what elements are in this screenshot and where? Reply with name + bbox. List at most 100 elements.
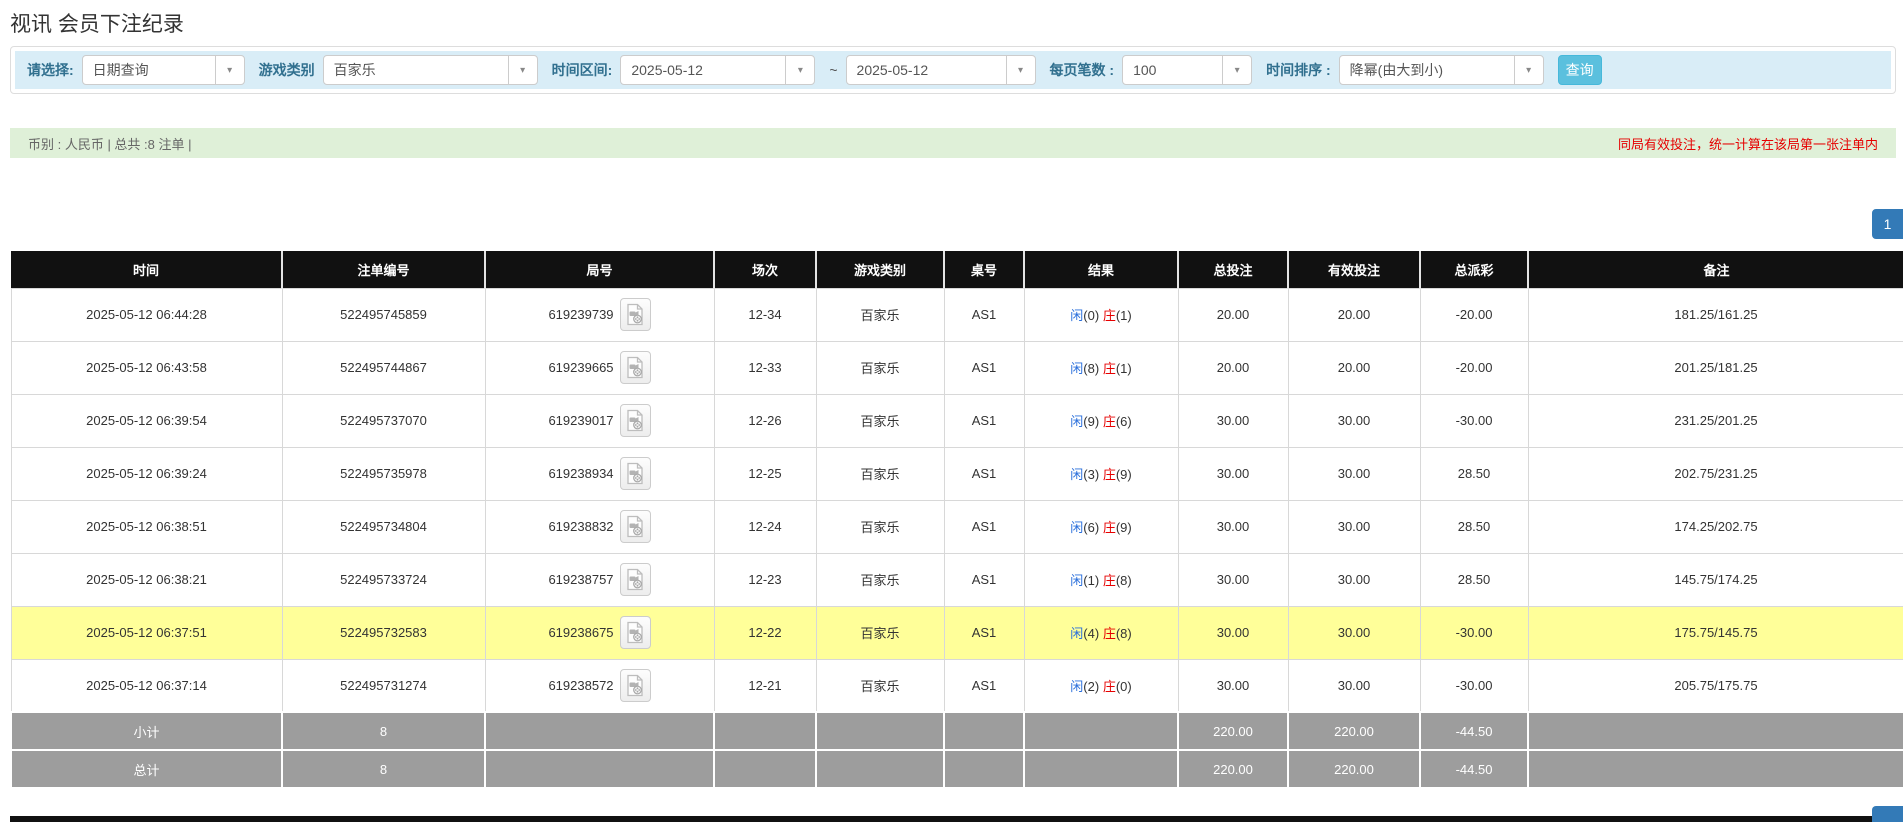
cell-payout: 28.50 [1420, 553, 1528, 606]
column-header: 场次 [714, 251, 816, 288]
cell-result: 闲(4) 庄(8) [1024, 606, 1178, 659]
banker-label: 庄 [1103, 361, 1116, 376]
footer-empty-cell [714, 712, 816, 750]
player-label: 闲 [1070, 679, 1083, 694]
player-score: (9) [1083, 414, 1099, 429]
video-button[interactable] [620, 563, 651, 596]
video-icon [625, 515, 645, 538]
video-icon [625, 674, 645, 697]
chevron-down-icon: ▾ [215, 56, 244, 84]
search-button[interactable]: 查询 [1558, 55, 1602, 85]
round-number: 619238572 [548, 678, 613, 693]
video-button[interactable] [620, 404, 651, 437]
cell-session: 12-25 [714, 447, 816, 500]
cell-table-no: AS1 [944, 447, 1024, 500]
query-type-value: 日期查询 [83, 56, 215, 84]
footer-empty-cell [1024, 750, 1178, 788]
cell-valid-bet: 30.00 [1288, 553, 1420, 606]
cell-time: 2025-05-12 06:38:51 [11, 500, 282, 553]
footer-count: 8 [282, 750, 485, 788]
game-type-value: 百家乐 [324, 56, 508, 84]
cell-result: 闲(0) 庄(1) [1024, 288, 1178, 341]
cell-time: 2025-05-12 06:38:21 [11, 553, 282, 606]
cell-valid-bet: 20.00 [1288, 341, 1420, 394]
cell-game-type: 百家乐 [816, 394, 944, 447]
query-type-select[interactable]: 日期查询 ▾ [82, 55, 245, 85]
cell-payout: 28.50 [1420, 500, 1528, 553]
game-type-select[interactable]: 百家乐 ▾ [323, 55, 538, 85]
cell-bet-id: 522495737070 [282, 394, 485, 447]
video-button[interactable] [620, 457, 651, 490]
video-button[interactable] [620, 298, 651, 331]
pagination-page-1-button[interactable]: 1 [1872, 209, 1903, 239]
cell-valid-bet: 20.00 [1288, 288, 1420, 341]
cell-bet-id: 522495733724 [282, 553, 485, 606]
banker-score: (8) [1116, 573, 1132, 588]
chevron-down-icon: ▾ [1006, 56, 1035, 84]
cell-bet-id: 522495734804 [282, 500, 485, 553]
video-button[interactable] [620, 510, 651, 543]
cell-round-id: 619238934 [485, 447, 714, 500]
table-row: 2025-05-12 06:37:51522495732583619238675… [11, 606, 1903, 659]
cell-round-id: 619238832 [485, 500, 714, 553]
cell-valid-bet: 30.00 [1288, 500, 1420, 553]
banker-label: 庄 [1103, 679, 1116, 694]
cell-bet-id: 522495731274 [282, 659, 485, 712]
cell-bet-id: 522495735978 [282, 447, 485, 500]
footer-remark [1528, 750, 1903, 788]
cell-game-type: 百家乐 [816, 606, 944, 659]
cell-total-bet: 20.00 [1178, 341, 1288, 394]
footer-empty-cell [816, 750, 944, 788]
cell-bet-id: 522495732583 [282, 606, 485, 659]
cell-result: 闲(9) 庄(6) [1024, 394, 1178, 447]
banker-label: 庄 [1103, 467, 1116, 482]
player-label: 闲 [1070, 467, 1083, 482]
banker-label: 庄 [1103, 308, 1116, 323]
cell-round-id: 619239017 [485, 394, 714, 447]
cell-round-id: 619238675 [485, 606, 714, 659]
cell-table-no: AS1 [944, 394, 1024, 447]
cell-time: 2025-05-12 06:44:28 [11, 288, 282, 341]
cell-time: 2025-05-12 06:39:54 [11, 394, 282, 447]
player-score: (6) [1083, 520, 1099, 535]
cell-remark: 205.75/175.75 [1528, 659, 1903, 712]
cell-round-id: 619238757 [485, 553, 714, 606]
video-icon [625, 621, 645, 644]
footer-empty-cell [816, 712, 944, 750]
cell-total-bet: 20.00 [1178, 288, 1288, 341]
next-table-header-partial [10, 816, 1903, 822]
player-score: (3) [1083, 467, 1099, 482]
video-button[interactable] [620, 351, 651, 384]
cell-bet-id: 522495745859 [282, 288, 485, 341]
sort-order-select[interactable]: 降幂(由大到小) ▾ [1339, 55, 1544, 85]
banker-score: (1) [1116, 308, 1132, 323]
cell-time: 2025-05-12 06:39:24 [11, 447, 282, 500]
footer-empty-cell [944, 712, 1024, 750]
date-from-select[interactable]: 2025-05-12 ▾ [620, 55, 815, 85]
table-row: 2025-05-12 06:38:51522495734804619238832… [11, 500, 1903, 553]
cell-total-bet: 30.00 [1178, 447, 1288, 500]
video-button[interactable] [620, 616, 651, 649]
date-to-value: 2025-05-12 [847, 56, 1006, 84]
banker-score: (9) [1116, 520, 1132, 535]
table-row: 2025-05-12 06:37:14522495731274619238572… [11, 659, 1903, 712]
cell-time: 2025-05-12 06:43:58 [11, 341, 282, 394]
cell-payout: 28.50 [1420, 447, 1528, 500]
cell-valid-bet: 30.00 [1288, 394, 1420, 447]
cell-result: 闲(3) 庄(9) [1024, 447, 1178, 500]
cell-game-type: 百家乐 [816, 447, 944, 500]
round-number: 619239017 [548, 413, 613, 428]
date-from-value: 2025-05-12 [621, 56, 785, 84]
cell-valid-bet: 30.00 [1288, 606, 1420, 659]
cell-remark: 181.25/161.25 [1528, 288, 1903, 341]
chevron-down-icon: ▾ [1514, 56, 1543, 84]
page-size-select[interactable]: 100 ▾ [1122, 55, 1252, 85]
video-button[interactable] [620, 669, 651, 702]
cell-payout: -20.00 [1420, 341, 1528, 394]
cell-game-type: 百家乐 [816, 500, 944, 553]
cell-bet-id: 522495744867 [282, 341, 485, 394]
next-pagination-button-partial[interactable] [1872, 806, 1903, 822]
date-to-select[interactable]: 2025-05-12 ▾ [846, 55, 1036, 85]
footer-label: 小计 [11, 712, 282, 750]
cell-total-bet: 30.00 [1178, 606, 1288, 659]
